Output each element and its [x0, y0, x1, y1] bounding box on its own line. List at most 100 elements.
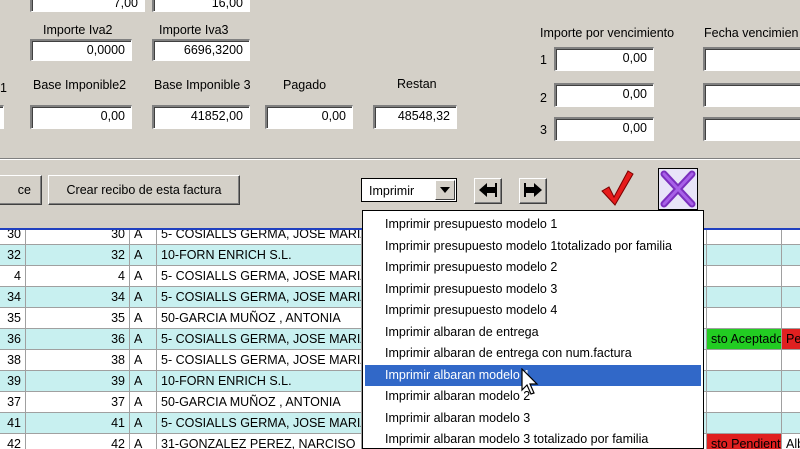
chevron-down-icon[interactable] [435, 180, 455, 200]
cell-extra[interactable] [782, 308, 800, 329]
pagado-field[interactable]: 0,00 [265, 105, 353, 129]
cell-type[interactable]: A [130, 245, 157, 266]
create-receipt-button[interactable]: Crear recibo de esta factura [48, 175, 240, 205]
importe-iva2-field[interactable]: 0,0000 [30, 39, 132, 61]
vencimiento-fecha-2[interactable] [703, 83, 800, 107]
cell-extra[interactable]: Alb [782, 434, 800, 449]
cell-extra[interactable] [782, 245, 800, 266]
cell-id[interactable]: 32 [0, 245, 26, 266]
cell-id[interactable]: 37 [0, 392, 26, 413]
cell-type[interactable]: A [130, 434, 157, 449]
cell-extra[interactable] [782, 228, 800, 245]
cell-status[interactable] [707, 413, 782, 434]
print-menu-item[interactable]: Imprimir albaran de entrega con num.fact… [365, 343, 701, 364]
cell-status[interactable] [707, 245, 782, 266]
vencimiento-fecha-1[interactable] [703, 47, 800, 71]
cell-id[interactable]: 4 [0, 266, 26, 287]
print-menu-item[interactable]: Imprimir albaran modelo 3 totalizado por… [365, 429, 701, 448]
cell-type[interactable]: A [130, 371, 157, 392]
cell-status[interactable] [707, 287, 782, 308]
print-menu-item[interactable]: Imprimir albaran de entrega [365, 322, 701, 343]
cell-num[interactable]: 34 [26, 287, 130, 308]
cell-status[interactable] [707, 392, 782, 413]
cell-extra[interactable] [782, 371, 800, 392]
cell-num[interactable]: 38 [26, 350, 130, 371]
cell-client[interactable]: 10-FORN ENRICH S.L. [157, 245, 362, 266]
vencimiento-fecha-3[interactable] [703, 117, 800, 141]
cell-num[interactable]: 41 [26, 413, 130, 434]
print-menu-item[interactable]: Imprimir albaran modelo 3 [365, 408, 701, 429]
cell-type[interactable]: A [130, 287, 157, 308]
left-edge-field[interactable] [0, 105, 4, 129]
print-menu-item[interactable]: Imprimir presupuesto modelo 4 [365, 300, 701, 321]
cell-status[interactable] [707, 266, 782, 287]
print-menu-item[interactable]: Imprimir presupuesto modelo 1totalizado … [365, 236, 701, 257]
top-field-b[interactable]: 16,00 [152, 0, 250, 12]
cell-extra[interactable] [782, 266, 800, 287]
cell-client[interactable]: 5- COSIALLS GERMA, JOSE MARIA [157, 329, 362, 350]
cell-id[interactable]: 38 [0, 350, 26, 371]
prev-record-button[interactable] [474, 178, 502, 204]
cell-status[interactable]: sto Pendient [707, 434, 782, 449]
cell-client[interactable]: 31-GONZALEZ PEREZ, NARCISO [157, 434, 362, 449]
cell-status[interactable] [707, 350, 782, 371]
top-field-a[interactable]: 7,00 [30, 0, 145, 12]
next-record-button[interactable] [519, 178, 547, 204]
cell-client[interactable]: 10-FORN ENRICH S.L. [157, 371, 362, 392]
cell-client[interactable]: 5- COSIALLS GERMA, JOSE MARIA [157, 228, 362, 245]
restan-field[interactable]: 48548,32 [373, 105, 457, 129]
cell-id[interactable]: 30 [0, 228, 26, 245]
cell-client[interactable]: 50-GARCIA MUÑOZ , ANTONIA [157, 392, 362, 413]
cell-num[interactable]: 36 [26, 329, 130, 350]
cell-extra[interactable] [782, 413, 800, 434]
cell-type[interactable]: A [130, 266, 157, 287]
cell-type[interactable]: A [130, 228, 157, 245]
cell-client[interactable]: 5- COSIALLS GERMA, JOSE MARIA [157, 350, 362, 371]
cell-extra[interactable]: Pe [782, 329, 800, 350]
cell-client[interactable]: 5- COSIALLS GERMA, JOSE MARIA [157, 266, 362, 287]
print-menu-item[interactable]: Imprimir presupuesto modelo 2 [365, 257, 701, 278]
print-options-menu[interactable]: Imprimir presupuesto modelo 1 Imprimir pr… [362, 210, 704, 449]
cell-id[interactable]: 39 [0, 371, 26, 392]
cell-num[interactable]: 37 [26, 392, 130, 413]
cell-client[interactable]: 5- COSIALLS GERMA, JOSE MARIA [157, 287, 362, 308]
cell-num[interactable]: 4 [26, 266, 130, 287]
cell-id[interactable]: 34 [0, 287, 26, 308]
cell-id[interactable]: 35 [0, 308, 26, 329]
cell-id[interactable]: 41 [0, 413, 26, 434]
cell-type[interactable]: A [130, 308, 157, 329]
vencimiento-importe-1[interactable]: 0,00 [554, 47, 654, 71]
base-imponible3-field[interactable]: 41852,00 [152, 105, 250, 129]
print-menu-item[interactable]: Imprimir presupuesto modelo 3 [365, 279, 701, 300]
importe-iva3-field[interactable]: 6696,3200 [152, 39, 250, 61]
cell-client[interactable]: 5- COSIALLS GERMA, JOSE MARIA [157, 413, 362, 434]
cell-num[interactable]: 32 [26, 245, 130, 266]
cell-client[interactable]: 50-GARCIA MUÑOZ , ANTONIA [157, 308, 362, 329]
cell-extra[interactable] [782, 392, 800, 413]
cell-type[interactable]: A [130, 350, 157, 371]
vencimiento-num-3: 3 [540, 123, 547, 137]
cell-id[interactable]: 36 [0, 329, 26, 350]
accept-button[interactable] [597, 165, 635, 209]
cell-status[interactable] [707, 228, 782, 245]
cell-type[interactable]: A [130, 413, 157, 434]
cell-extra[interactable] [782, 350, 800, 371]
cell-type[interactable]: A [130, 329, 157, 350]
base-imponible2-field[interactable]: 0,00 [30, 105, 132, 129]
cell-status[interactable] [707, 308, 782, 329]
left-partial-button[interactable]: ce [0, 175, 42, 205]
cell-status[interactable] [707, 371, 782, 392]
cell-id[interactable]: 42 [0, 434, 26, 449]
vencimiento-importe-2[interactable]: 0,00 [554, 83, 654, 107]
cell-num[interactable]: 35 [26, 308, 130, 329]
cell-num[interactable]: 30 [26, 228, 130, 245]
cancel-button[interactable] [658, 168, 698, 210]
cell-type[interactable]: A [130, 392, 157, 413]
print-menu-item[interactable]: Imprimir presupuesto modelo 1 [365, 214, 701, 235]
print-select[interactable]: Imprimir [361, 178, 457, 202]
cell-num[interactable]: 42 [26, 434, 130, 449]
cell-num[interactable]: 39 [26, 371, 130, 392]
cell-status[interactable]: sto Aceptado [707, 329, 782, 350]
vencimiento-importe-3[interactable]: 0,00 [554, 117, 654, 141]
cell-extra[interactable] [782, 287, 800, 308]
